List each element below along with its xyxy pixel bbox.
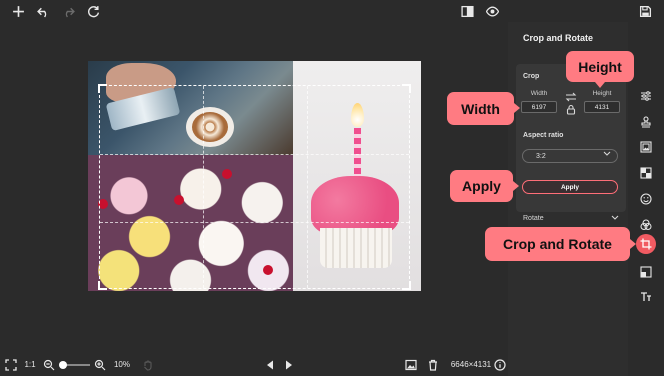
callout-arrow bbox=[595, 82, 605, 88]
crop-handle-top-right[interactable] bbox=[402, 84, 411, 93]
callout-arrow bbox=[514, 103, 520, 113]
crop-grid-line bbox=[203, 86, 204, 288]
color-filter-icon[interactable] bbox=[639, 218, 653, 232]
callout-arrow bbox=[630, 239, 636, 249]
info-icon[interactable] bbox=[494, 357, 506, 372]
texture-icon[interactable] bbox=[639, 166, 653, 180]
crop-grid-line bbox=[100, 222, 409, 223]
width-input[interactable]: 6197 bbox=[521, 101, 557, 113]
crop-handle-bottom-left[interactable] bbox=[98, 281, 107, 290]
aspect-ratio-value: 3:2 bbox=[536, 152, 546, 160]
chevron-down-icon bbox=[611, 215, 619, 222]
next-image-icon[interactable] bbox=[283, 357, 295, 372]
crop-grid-line bbox=[307, 86, 308, 288]
zoom-in-icon[interactable] bbox=[94, 357, 106, 372]
lock-ratio-icon[interactable] bbox=[566, 102, 576, 115]
width-callout: Width bbox=[447, 92, 514, 125]
image-gallery-icon[interactable] bbox=[405, 357, 417, 372]
crop-handle-top-left[interactable] bbox=[98, 84, 107, 93]
adjust-icon[interactable] bbox=[639, 89, 653, 103]
actual-size-button[interactable]: 1:1 bbox=[23, 357, 37, 372]
save-icon[interactable] bbox=[637, 3, 653, 19]
width-label: Width bbox=[530, 90, 548, 97]
previous-image-icon[interactable] bbox=[264, 357, 276, 372]
top-toolbar bbox=[0, 0, 664, 22]
rotate-section-toggle[interactable]: Rotate bbox=[523, 215, 619, 222]
undo-icon[interactable] bbox=[35, 3, 51, 19]
text-icon[interactable] bbox=[639, 290, 653, 304]
height-label: Height bbox=[592, 90, 612, 97]
crop-icon[interactable] bbox=[636, 234, 656, 254]
pan-hand-icon[interactable] bbox=[142, 357, 154, 372]
panel-title: Crop and Rotate bbox=[523, 33, 594, 43]
compare-icon[interactable] bbox=[459, 3, 475, 19]
plus-icon[interactable] bbox=[10, 3, 26, 19]
image-dimensions: 6646×4131 bbox=[450, 360, 492, 369]
aspect-ratio-label: Aspect ratio bbox=[523, 132, 564, 139]
emoji-icon[interactable] bbox=[639, 192, 653, 206]
chevron-down-icon bbox=[603, 151, 611, 158]
zoom-out-icon[interactable] bbox=[43, 357, 55, 372]
crop-frame[interactable] bbox=[98, 84, 411, 290]
crop-grid-line bbox=[100, 154, 409, 155]
zoom-slider-handle[interactable] bbox=[59, 361, 67, 369]
height-input[interactable]: 4131 bbox=[584, 101, 620, 113]
resize-icon[interactable] bbox=[639, 265, 653, 279]
apply-button[interactable]: Apply bbox=[522, 180, 618, 194]
swap-dimensions-icon[interactable] bbox=[565, 89, 577, 102]
apply-callout: Apply bbox=[450, 170, 513, 202]
height-callout: Height bbox=[566, 51, 634, 82]
crop-handle-bottom-right[interactable] bbox=[402, 281, 411, 290]
zoom-level: 10% bbox=[113, 360, 130, 369]
reset-icon[interactable] bbox=[85, 3, 101, 19]
fit-screen-icon[interactable] bbox=[5, 357, 17, 372]
rotate-label: Rotate bbox=[523, 215, 544, 222]
image-frame-icon[interactable] bbox=[639, 140, 653, 154]
eye-icon[interactable] bbox=[484, 3, 500, 19]
aspect-ratio-select[interactable]: 3:2 bbox=[522, 149, 618, 163]
redo-icon[interactable] bbox=[60, 3, 76, 19]
crop-section: Crop Width Height 6197 4131 Aspect ratio… bbox=[516, 64, 626, 212]
crop-heading: Crop bbox=[523, 73, 540, 80]
callout-arrow bbox=[513, 181, 519, 191]
stamp-icon[interactable] bbox=[639, 115, 653, 129]
delete-icon[interactable] bbox=[427, 357, 439, 372]
crop-and-rotate-callout: Crop and Rotate bbox=[485, 227, 630, 261]
